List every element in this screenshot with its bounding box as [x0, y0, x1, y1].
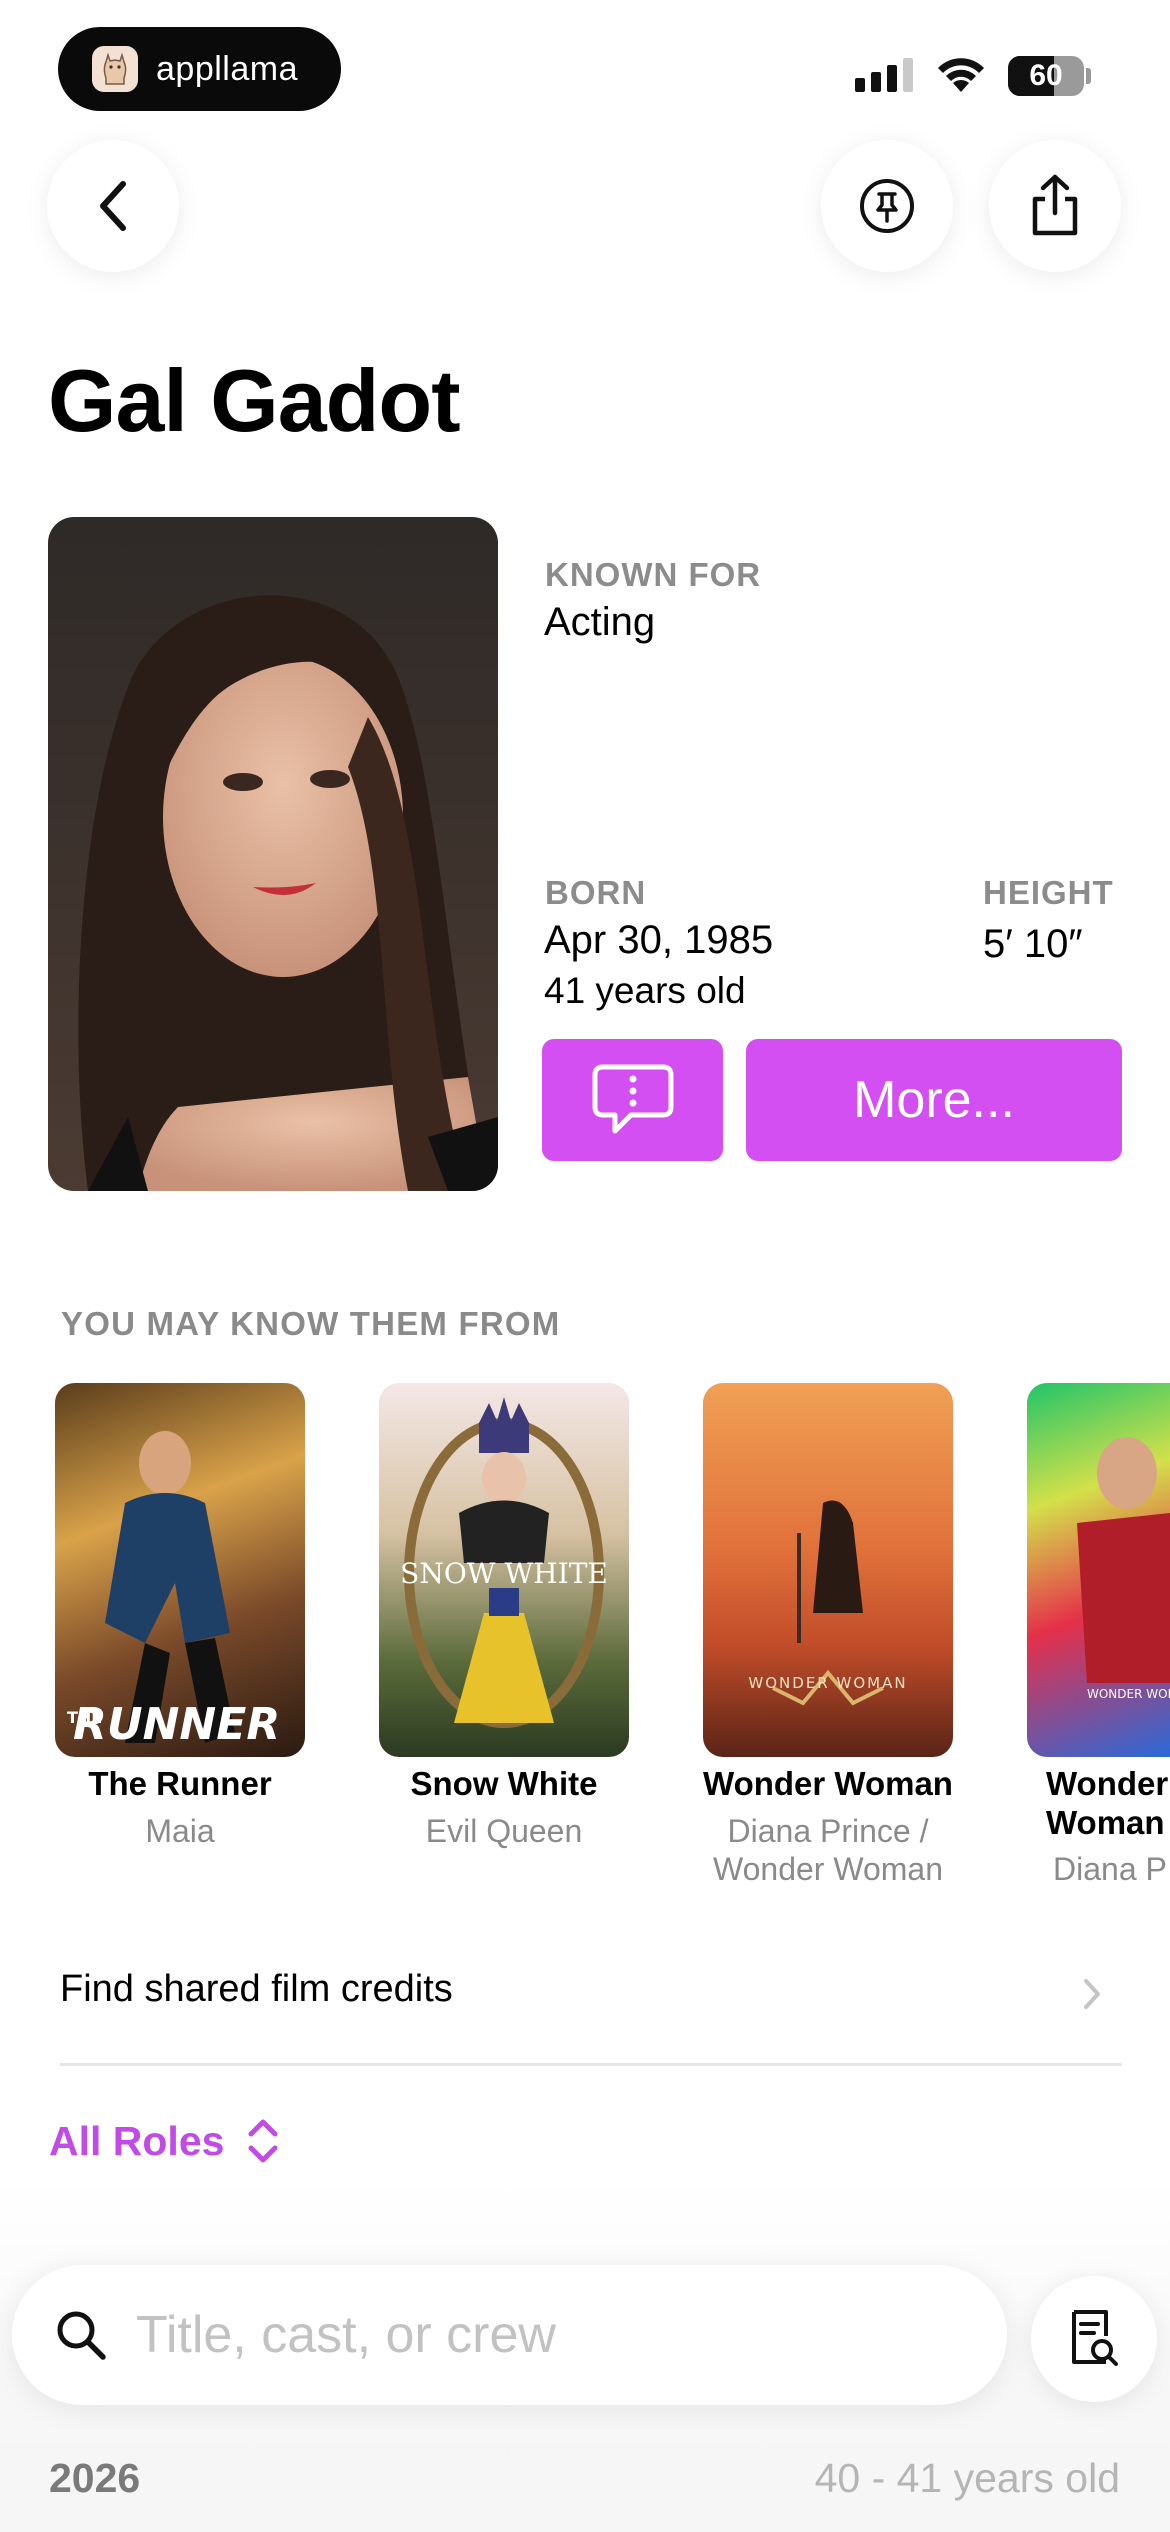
- chevron-left-icon: [100, 181, 126, 231]
- search-input[interactable]: Title, cast, or crew: [136, 2305, 556, 2365]
- movie-title[interactable]: Woman: [1046, 1804, 1165, 1842]
- poster-ww84-text: WONDER WOMA: [1087, 1687, 1170, 1701]
- share-icon: [1032, 174, 1078, 236]
- speech-bubble-exclamation-icon: [592, 1064, 673, 1134]
- pin-icon: [860, 179, 914, 233]
- battery-icon: 60: [1008, 56, 1084, 96]
- movie-title[interactable]: Wonder: [1046, 1765, 1168, 1803]
- share-button[interactable]: [989, 140, 1121, 272]
- wifi-icon: [935, 54, 987, 99]
- all-roles-filter[interactable]: All Roles: [49, 2116, 280, 2166]
- battery-tip: [1086, 68, 1091, 84]
- up-down-chevron-icon: [248, 2119, 278, 2163]
- height-value: 5′ 10″: [983, 922, 1083, 966]
- movie-poster-wonder-woman-1984[interactable]: WONDER WOMA: [1027, 1383, 1170, 1757]
- search-icon: [57, 2311, 106, 2360]
- poster-runner-text: RUNNER: [73, 1699, 280, 1750]
- llama-logo-icon: [92, 46, 138, 92]
- movie-title[interactable]: The Runner: [55, 1765, 305, 1803]
- find-shared-credits-link[interactable]: Find shared film credits: [60, 1968, 453, 2011]
- movie-role: Diana Prince /: [727, 1813, 929, 1849]
- timeline-age-range: 40 - 41 years old: [814, 2455, 1120, 2501]
- movie-poster-wonder-woman[interactable]: WONDER WOMAN: [703, 1383, 953, 1757]
- app-badge-label: appllama: [156, 49, 298, 88]
- born-date: Apr 30, 1985: [544, 918, 774, 962]
- movie-poster-the-runner[interactable]: THE RUNNER: [55, 1383, 305, 1757]
- known-for-label: KNOWN FOR: [545, 556, 762, 593]
- page-title: Gal Gadot: [48, 351, 460, 450]
- poster-snow-white-text: SNOW WHITE: [400, 1557, 608, 1590]
- age-value: 41 years old: [544, 970, 746, 1011]
- movie-role: Maia: [145, 1813, 215, 1849]
- divider: [60, 2063, 1122, 2066]
- document-search-icon: [1072, 2310, 1118, 2366]
- timeline-year: 2026: [49, 2455, 141, 2501]
- feedback-button[interactable]: [542, 1039, 723, 1161]
- pin-button[interactable]: [821, 140, 953, 272]
- section-heading: YOU MAY KNOW THEM FROM: [61, 1305, 561, 1342]
- back-button[interactable]: [47, 140, 179, 272]
- search-field[interactable]: Title, cast, or crew: [12, 2265, 1007, 2405]
- poster-wonder-woman-text: WONDER WOMAN: [748, 1674, 907, 1692]
- chevron-right-icon[interactable]: [1082, 1977, 1102, 2016]
- movie-role: Wonder Woman: [712, 1851, 944, 1887]
- movie-role: Evil Queen: [425, 1813, 583, 1849]
- movie-title[interactable]: Wonder Woman: [683, 1765, 973, 1803]
- document-search-button[interactable]: [1031, 2276, 1157, 2402]
- more-button[interactable]: More...: [746, 1039, 1122, 1161]
- all-roles-label: All Roles: [49, 2117, 225, 2164]
- person-photo: [48, 517, 498, 1191]
- movie-poster-snow-white[interactable]: SNOW WHITE: [379, 1383, 629, 1757]
- born-label: BORN: [545, 874, 647, 911]
- app-badge[interactable]: appllama: [58, 27, 341, 111]
- known-for-value: Acting: [544, 600, 656, 644]
- movie-title[interactable]: Snow White: [379, 1765, 629, 1803]
- height-label: HEIGHT: [983, 874, 1114, 911]
- cellular-signal-icon: [855, 58, 913, 92]
- battery-level: 60: [1029, 59, 1063, 92]
- movie-role: Diana P: [1053, 1851, 1167, 1887]
